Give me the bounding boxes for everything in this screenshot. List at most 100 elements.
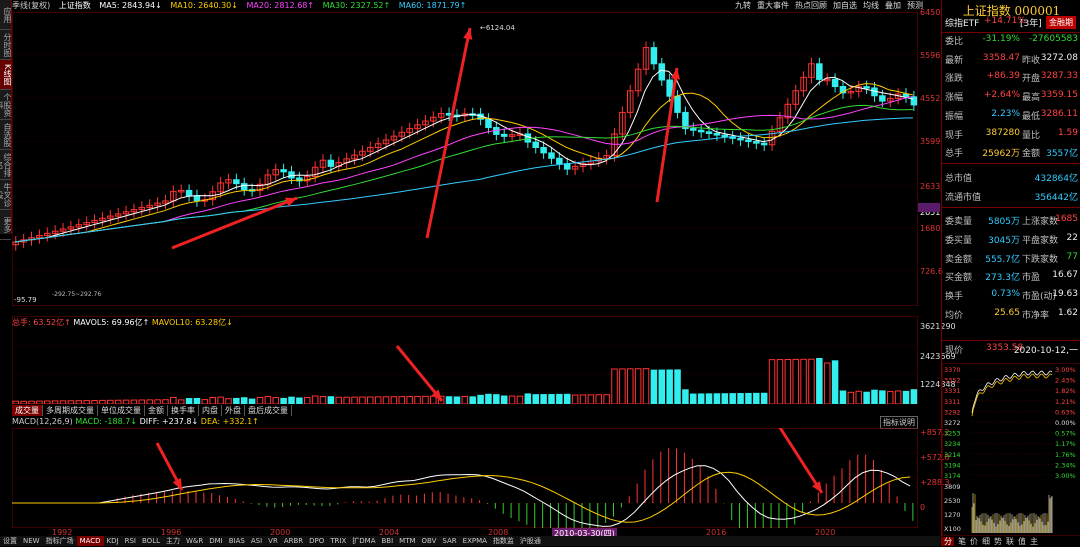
mini-pct-tick: 0.57% (1055, 430, 1076, 438)
indicator-tab-3[interactable]: MACD (76, 536, 104, 546)
toolbar-item-3[interactable]: 加自选 (833, 1, 857, 10)
quote-row: 总手 25962万 金额 3557亿 (942, 146, 1080, 164)
indicator-tab-11[interactable]: ASI (248, 536, 265, 546)
indicator-tab-8[interactable]: W&R (183, 536, 206, 546)
trend-arrow (425, 27, 472, 239)
quote-tab-6[interactable]: 值 (1018, 537, 1026, 546)
finance-badge[interactable]: 金融期 (1046, 16, 1076, 29)
volume-bar (800, 358, 807, 404)
volume-tab-6[interactable]: 外盘 (222, 405, 245, 416)
kline-chart[interactable]: ←6124.04 -95.79 -292.75~292.76 (12, 12, 918, 306)
volume-tabs: 成交量 多周期成交量 单位成交量 金额 换手率 内盘 外盘 盘后成交量 (12, 405, 292, 416)
indicator-tab-12[interactable]: VR (265, 536, 281, 546)
indicator-tab-4[interactable]: KDJ (104, 536, 122, 546)
macd-chart[interactable] (12, 428, 918, 528)
sidebar-item-1[interactable]: 分时图 (0, 30, 11, 60)
volume-tab-4[interactable]: 换手率 (168, 405, 199, 416)
volume-tab-5[interactable]: 内盘 (199, 405, 222, 416)
candle (540, 147, 547, 154)
volume-bar (351, 396, 358, 404)
macd-value: MACD: -188.7↓ (75, 417, 138, 426)
etf-label[interactable]: 综指ETF (945, 16, 979, 29)
volume-bar (886, 391, 894, 404)
indicator-tab-6[interactable]: BOLL (139, 536, 163, 546)
quote-label: 金额 (1022, 149, 1041, 160)
sidebar-item-6[interactable]: 牛叉诊股 (0, 180, 11, 210)
volume-bar (36, 400, 43, 404)
volume-bar (44, 400, 51, 404)
indicator-tab-21[interactable]: EXPMA (460, 536, 490, 546)
toolbar-item-4[interactable]: 均线 (863, 1, 879, 10)
sidebar-item-7[interactable]: 更多 (0, 210, 11, 240)
indicator-tab-0[interactable]: 设置 (0, 536, 20, 546)
quote-tab-3[interactable]: 细 (982, 537, 990, 546)
toolbar-item-5[interactable]: 叠加 (885, 1, 901, 10)
sidebar-item-5[interactable]: 综合排名 (0, 150, 11, 180)
toolbar-item-2[interactable]: 热点回顾 (795, 1, 827, 10)
macd-dea: DEA: +332.1↑ (200, 417, 259, 426)
sidebar-item-2[interactable]: K线图 (0, 60, 11, 90)
quote-value: -31.19% (982, 34, 1020, 44)
indicator-tab-18[interactable]: MTM (396, 536, 418, 546)
left-sidebar: 应用分时图K线图个股资料自选股综合排名牛叉诊股更多 (0, 0, 12, 240)
volume-bar (524, 393, 532, 404)
indicator-tab-16[interactable]: 扩DMA (349, 536, 378, 546)
indicator-tab-10[interactable]: BIAS (226, 536, 248, 546)
intraday-mini-chart[interactable]: 3370 3.00% 3352 2.43% 3331 1.82% 3311 1.21% 3292… (942, 363, 1080, 536)
volume-bar (146, 399, 153, 404)
quote-value: 432864亿 (1034, 173, 1078, 184)
indicator-tab-13[interactable]: ARBR (281, 536, 306, 546)
volume-tab-0[interactable]: 成交量 (12, 405, 43, 416)
indicator-tab-15[interactable]: TRIX (327, 536, 349, 546)
indicator-tab-1[interactable]: NEW (20, 536, 43, 546)
quote-value: 2.23% (991, 108, 1020, 119)
toolbar-item-0[interactable]: 九转 (735, 1, 751, 10)
mini-pct-tick: 3.00% (1055, 472, 1076, 480)
ma30-label: MA30: 2327.52↑ (322, 1, 391, 10)
quote-label: 市盈 (1022, 273, 1041, 284)
volume-tab-7[interactable]: 盘后成交量 (245, 405, 292, 416)
indicator-tab-2[interactable]: 指标广场 (43, 536, 77, 546)
volume-bar (894, 390, 902, 404)
volume-tab-2[interactable]: 单位成交量 (98, 405, 145, 416)
volume-chart[interactable] (12, 316, 918, 404)
indicator-tab-14[interactable]: DPO (306, 536, 327, 546)
quote-tab-2[interactable]: 价 (970, 537, 978, 546)
quote-value: 25962万 (982, 149, 1020, 160)
indicator-tab-22[interactable]: 指数监 (490, 536, 517, 546)
volume-tab-3[interactable]: 金额 (145, 405, 168, 416)
quote-tab-0[interactable]: 分 (942, 537, 954, 546)
sidebar-item-4[interactable]: 自选股 (0, 120, 11, 150)
mini-vol-tick: 2530 (944, 497, 961, 505)
indicator-tab-20[interactable]: SAR (439, 536, 459, 546)
quote-value: 1.59 (1057, 127, 1078, 138)
candle (563, 163, 571, 170)
quote-tab-4[interactable]: 势 (994, 537, 1002, 546)
quote-label: 委比 (945, 37, 964, 47)
quote-label: 涨跌 (945, 74, 964, 85)
quote-value: 3557亿 (1046, 149, 1078, 160)
toolbar-item-1[interactable]: 重大事件 (757, 1, 789, 10)
quote-tab-7[interactable]: 主 (1030, 537, 1038, 546)
divider (942, 163, 1080, 164)
sidebar-item-3[interactable]: 个股资料 (0, 90, 11, 120)
sidebar-item-0[interactable]: 应用 (0, 0, 11, 30)
quote-label: 上涨家数 (1022, 217, 1059, 228)
indicator-tab-5[interactable]: RSI (122, 536, 139, 546)
volume-bar (776, 359, 784, 404)
candle (737, 137, 744, 141)
period-label[interactable]: 季线(复权) (12, 1, 50, 10)
indicator-tab-17[interactable]: BBI (378, 536, 396, 546)
volume-bar (563, 393, 571, 404)
candle (240, 183, 248, 191)
mini-pct-tick: 3.00% (1055, 366, 1076, 374)
volume-tab-1[interactable]: 多周期成交量 (43, 405, 98, 416)
quote-tab-1[interactable]: 笔 (958, 537, 966, 546)
indicator-tab-7[interactable]: 主力 (163, 536, 183, 546)
candle (690, 128, 697, 131)
quote-tab-5[interactable]: 联 (1006, 537, 1014, 546)
indicator-tab-9[interactable]: DMI (206, 536, 226, 546)
indicator-tab-23[interactable]: 沪股通 (517, 536, 544, 546)
volume-bar (721, 393, 729, 404)
indicator-tab-19[interactable]: OBV (419, 536, 440, 546)
